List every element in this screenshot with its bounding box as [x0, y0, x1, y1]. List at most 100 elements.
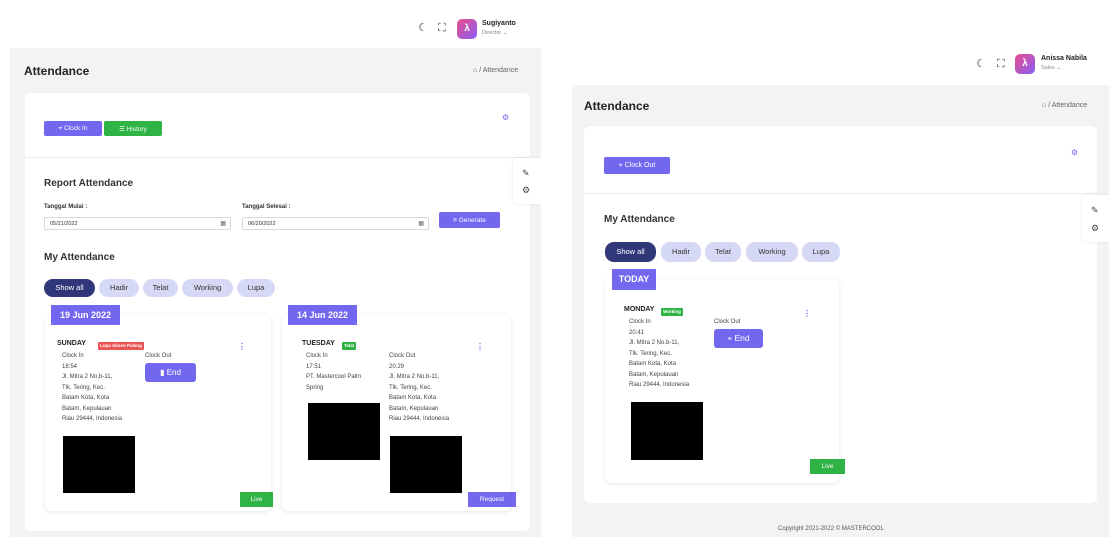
gear-icon[interactable]: ⚙ [502, 113, 509, 122]
filter-working[interactable]: Working [182, 279, 233, 297]
filter-hadir[interactable]: Hadir [661, 242, 701, 262]
user-role[interactable]: Director ⌄ [482, 30, 507, 36]
filter-show-all[interactable]: Show all [605, 242, 656, 262]
left-screen: ☾ ⛶ λ Sugiyanto Director ⌄ Attendance ⌂ … [10, 0, 541, 537]
my-attendance-title: My Attendance [44, 252, 115, 263]
end-button[interactable]: ▮ End [145, 363, 196, 382]
clock-out-address-line: Tlk. Tering, Kec. [389, 384, 432, 391]
more-options-icon[interactable]: ⋮ [803, 310, 811, 318]
clock-out-time: 20:29 [389, 363, 405, 370]
page-title: Attendance [584, 99, 650, 113]
date-tag: 14 Jun 2022 [288, 305, 357, 325]
clock-in-address-line: Batam Kota, Kota [62, 395, 110, 401]
clock-in-address-line: Batam, Kepulauan [629, 371, 679, 378]
clock-in-time: 17:51 [306, 363, 322, 370]
clock-in-photo[interactable] [308, 403, 380, 460]
more-options-icon[interactable]: ⋮ [476, 343, 484, 351]
pin-icon: ⌖ [727, 333, 733, 343]
clock-out-address-line: Batam Kota, Kota [389, 395, 437, 401]
filter-lupa[interactable]: Lupa [802, 242, 840, 262]
filter-hadir[interactable]: Hadir [99, 279, 139, 297]
end-button[interactable]: ⌖ End [714, 329, 763, 348]
filter-lupa[interactable]: Lupa [237, 279, 275, 297]
end-label: End [734, 333, 750, 343]
brush-icon[interactable]: ✎ [522, 167, 530, 179]
clock-in-block: Clock In 20:41 Jl. Mitra 2 No.b-11, Tlk.… [629, 317, 714, 391]
clock-in-address-line: Batam Kota, Kota [629, 361, 677, 367]
breadcrumb-current: / Attendance [479, 67, 519, 74]
today-tag: TODAY [612, 269, 656, 290]
filter-telat[interactable]: Telat [143, 279, 178, 297]
clock-out-label: Clock Out [714, 319, 741, 325]
avatar[interactable]: λ [1015, 54, 1035, 74]
chart-icon: ≡ [453, 216, 457, 224]
fullscreen-icon[interactable]: ⛶ [997, 58, 1005, 70]
clock-out-button[interactable]: ⌖ Clock Out [604, 157, 670, 174]
clock-out-address-line: Jl. Mitra 2 No.b-11, [389, 374, 440, 380]
home-icon[interactable]: ⌂ [1042, 102, 1046, 109]
calendar-icon[interactable]: ▦ [418, 220, 424, 227]
day-label: TUESDAY [302, 340, 335, 347]
history-button[interactable]: ☰ History [104, 121, 162, 136]
more-options-icon[interactable]: ⋮ [238, 343, 246, 351]
footer-copyright: Copyright 2021-2022 © MASTERCOOL [778, 526, 884, 532]
pin-icon: ⌖ [618, 161, 623, 169]
end-date-label: Tanggal Selesai : [242, 204, 291, 210]
moon-icon[interactable]: ☾ [976, 58, 986, 70]
gear-icon[interactable]: ⚙ [1071, 148, 1078, 157]
clock-in-time: 18:54 [62, 363, 78, 370]
gear-icon[interactable]: ⚙ [1091, 222, 1099, 234]
divider [584, 193, 1097, 194]
home-icon[interactable]: ⌂ [473, 67, 477, 74]
clock-in-label: Clock In [62, 353, 84, 359]
filter-working[interactable]: Working [746, 242, 798, 262]
clock-in-address-line: Batam, Kepulauan [62, 405, 112, 412]
avatar[interactable]: λ [457, 19, 477, 39]
user-role[interactable]: Sales ⌄ [1041, 65, 1061, 71]
clock-in-label: Clock In [306, 353, 328, 359]
selfie-photo[interactable] [63, 436, 135, 493]
end-date-field[interactable]: 06/20/2022 ▦ [242, 217, 429, 230]
clock-out-block: Clock Out 20:29 Jl. Mitra 2 No.b-11, Tlk… [389, 351, 474, 425]
clock-in-address-line: Riau 29444, Indonesia [62, 416, 123, 422]
generate-button[interactable]: ≡ Generate [439, 212, 500, 228]
start-date-label: Tanggal Mulai : [44, 204, 88, 210]
page-title: Attendance [24, 64, 90, 78]
clock-in-address-line: Jl. Mitra 2 No.b-11, [629, 340, 680, 346]
moon-icon[interactable]: ☾ [418, 22, 428, 34]
bookmark-icon: ▮ [160, 368, 165, 377]
brush-icon[interactable]: ✎ [1091, 204, 1099, 216]
live-button[interactable]: Live [240, 492, 273, 507]
filter-show-all[interactable]: Show all [44, 279, 95, 297]
status-badge: Telat [342, 342, 357, 350]
start-date-value: 05/21/2022 [50, 221, 78, 227]
request-button[interactable]: Request [468, 492, 516, 507]
clock-in-block: Clock In 17:51 PT. Mastercool Palm Sprin… [306, 351, 386, 393]
report-title: Report Attendance [44, 178, 134, 189]
gear-icon[interactable]: ⚙ [522, 184, 530, 196]
my-attendance-title: My Attendance [604, 214, 675, 225]
selfie-photo[interactable] [631, 402, 703, 460]
top-navbar: ☾ ⛶ λ Sugiyanto Director ⌄ [10, 0, 541, 48]
clock-in-address-line: Riau 29444, Indonesia [629, 382, 690, 388]
right-screen: ☾ ⛶ λ Anissa Nabila Sales ⌄ Attendance ⌂… [572, 45, 1109, 537]
clock-out-address-line: Riau 29444, Indonesia [389, 416, 450, 422]
calendar-icon[interactable]: ▦ [220, 220, 226, 227]
clock-in-address-line: Spring [306, 384, 324, 391]
clock-in-address-line: PT. Mastercool Palm [306, 374, 362, 380]
clock-out-photo[interactable] [390, 436, 462, 493]
attendance-item: ⋮ TUESDAY Telat Clock In 17:51 PT. Maste… [282, 315, 516, 511]
end-date-value: 06/20/2022 [248, 221, 276, 227]
clock-out-label: Clock Out [389, 353, 416, 359]
user-name[interactable]: Sugiyanto [482, 20, 516, 27]
user-name[interactable]: Anissa Nabila [1041, 55, 1087, 62]
breadcrumb-current: / Attendance [1048, 102, 1088, 109]
fullscreen-icon[interactable]: ⛶ [438, 22, 446, 34]
start-date-field[interactable]: 05/21/2022 ▦ [44, 217, 231, 230]
pin-icon: ⌖ [58, 124, 63, 132]
clock-in-button[interactable]: ⌖ Clock In [44, 121, 102, 136]
generate-label: Generate [458, 216, 486, 224]
filter-telat[interactable]: Telat [705, 242, 741, 262]
clock-in-address-line: Jl. Mitra 2 No.b-11, [62, 374, 113, 380]
live-button[interactable]: Live [810, 459, 845, 474]
